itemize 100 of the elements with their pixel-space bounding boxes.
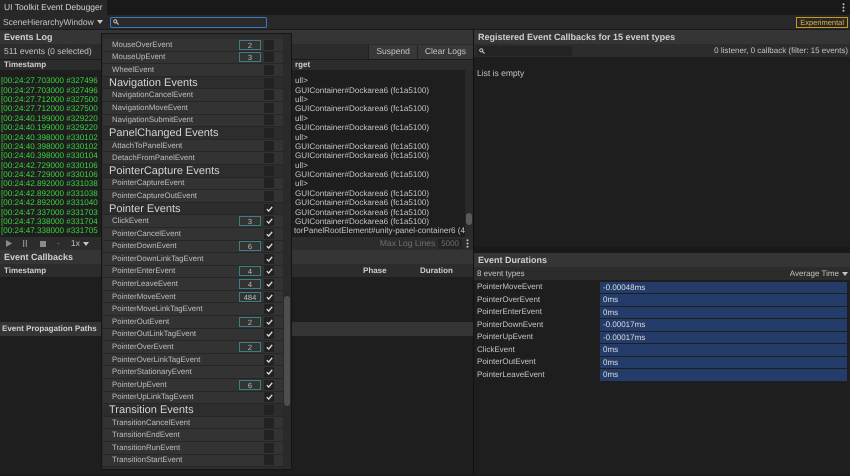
log-target: GUIContainer#Dockarea6 (fc1a5100) xyxy=(295,198,430,208)
group-label: PanelChanged Events xyxy=(108,126,218,139)
checkbox[interactable] xyxy=(264,342,274,352)
log-timestamp: [00:24:42.729000 #330106 xyxy=(0,160,99,170)
checkbox[interactable] xyxy=(264,316,274,327)
log-target: ull> xyxy=(295,132,308,142)
log-timestamp: [00:24:42.892000 #331038 xyxy=(0,179,99,188)
group-label: Transition Events xyxy=(108,404,194,416)
log-timestamp: [00:24:47.337000 #331703 xyxy=(0,208,99,217)
log-target: GUIContainer#Dockarea6 (fc1a5100) xyxy=(295,104,430,114)
log-timestamp: [00:24:40.199000 #329220 xyxy=(0,114,99,123)
event-name: PointerLeaveEvent xyxy=(476,368,546,381)
log-timestamp: [00:24:40.398000 #330102 xyxy=(0,142,99,151)
duration-bar: -0.00048ms xyxy=(600,282,847,293)
step-button[interactable]: - xyxy=(57,237,60,250)
log-target: GUIContainer#Dockarea6 (fc1a5100) xyxy=(295,217,430,226)
log-timestamp: [00:24:40.199000 #329220 xyxy=(0,123,99,132)
log-timestamp: [00:24:40.398000 #330102 xyxy=(0,132,99,142)
column-header: rget xyxy=(295,60,310,70)
log-timestamp: [00:24:40.398000 #330104 xyxy=(0,151,99,160)
panel-selector-dropdown[interactable]: SceneHierarchyWindow xyxy=(0,16,106,28)
log-timestamp: [00:24:47.338000 #331705 xyxy=(0,226,99,236)
log-timestamp: [00:24:27.703000 #327496 xyxy=(0,76,99,86)
event-name: PointerUpEvent xyxy=(476,331,534,344)
duration-bar: -0.00017ms xyxy=(600,319,847,330)
log-timestamp: [00:24:27.712000 #327500 xyxy=(0,104,99,114)
checkbox[interactable] xyxy=(264,304,274,314)
duration-bar: -0.00017ms xyxy=(600,332,847,343)
log-target: ull> xyxy=(295,114,308,123)
column-header: Phase xyxy=(363,265,388,277)
checkbox[interactable] xyxy=(264,354,274,365)
search-icon xyxy=(112,19,119,25)
sort-dropdown[interactable]: Average Time xyxy=(790,268,848,280)
log-timestamp: [00:24:42.892000 #331040 xyxy=(0,198,99,208)
duration-bar: 0ms xyxy=(600,344,847,356)
log-timestamp: [00:24:42.892000 #331038 xyxy=(0,188,99,198)
checkbox[interactable] xyxy=(264,292,274,302)
window-tab[interactable]: UI Toolkit Event Debugger xyxy=(0,0,107,15)
log-target: GUIContainer#Dockarea6 (fc1a5100) xyxy=(295,86,430,95)
log-target: GUIContainer#Dockarea6 (fc1a5100) xyxy=(295,170,430,180)
duration-bar: 0ms xyxy=(600,369,847,380)
more-options-icon[interactable] xyxy=(842,3,845,12)
group-label: Navigation Events xyxy=(108,76,198,89)
group-label: Pointer Events xyxy=(108,202,181,215)
log-target: GUIContainer#Dockarea6 (fc1a5100) xyxy=(295,151,430,160)
search-icon xyxy=(479,48,485,54)
event-name: PointerMoveEvent xyxy=(476,281,544,294)
caret-icon xyxy=(82,242,89,246)
duration-bar: 0ms xyxy=(600,306,847,318)
log-target: GUIContainer#Dockarea6 (fc1a5100) xyxy=(295,142,430,151)
panel-header: Registered Event Callbacks for 15 event types xyxy=(474,30,850,44)
checkbox[interactable] xyxy=(264,228,274,239)
log-target: ull> xyxy=(295,179,308,188)
log-target: GUIContainer#Dockarea6 (fc1a5100) xyxy=(295,123,430,132)
log-target: ull> xyxy=(295,76,308,86)
duration-bar: 0ms xyxy=(600,356,847,368)
checkbox[interactable] xyxy=(264,241,274,252)
checkbox[interactable] xyxy=(264,204,274,214)
panel-header: Event Durations xyxy=(474,253,850,267)
group-label: PointerCapture Events xyxy=(108,164,220,177)
event-types-count: 8 event types xyxy=(476,268,525,280)
speed-dropdown[interactable]: 1x xyxy=(70,237,89,250)
log-target: ull> xyxy=(295,160,308,170)
column-header: Duration xyxy=(420,265,454,277)
checkbox[interactable] xyxy=(264,329,274,340)
log-timestamp: [00:24:47.338000 #331704 xyxy=(0,217,99,226)
empty-list-text: List is empty xyxy=(476,68,524,78)
log-target: GUIContainer#Dockarea6 (fc1a5100) xyxy=(295,188,430,198)
column-header: Timestamp xyxy=(3,265,46,277)
log-timestamp: [00:24:27.712000 #327500 xyxy=(0,94,99,104)
duration-bar: 0ms xyxy=(600,294,847,306)
checkbox[interactable] xyxy=(264,279,274,290)
checkbox[interactable] xyxy=(264,254,274,264)
caret-icon xyxy=(96,20,103,24)
log-target: torPanelRootElement#unity-panel-container6 (4 xyxy=(294,226,465,236)
checkbox[interactable] xyxy=(264,367,274,378)
checkbox[interactable] xyxy=(264,216,274,226)
listener-summary: 0 listener, 0 callback (filter: 15 events) xyxy=(714,44,848,56)
log-timestamp: [00:24:42.729000 #330106 xyxy=(0,170,99,180)
event-count-text: 511 events (0 selected) xyxy=(3,45,92,58)
more-options-icon[interactable] xyxy=(466,239,469,248)
toolbar-button[interactable]: Suspend xyxy=(368,44,417,58)
toolbar-button[interactable]: Clear Logs xyxy=(416,44,473,58)
max-log-lines-label: Max Log Lines xyxy=(380,237,436,250)
checkbox[interactable] xyxy=(264,392,274,402)
log-target: ull> xyxy=(295,94,308,104)
play-icon[interactable] xyxy=(5,240,12,247)
event-name: PointerOutEvent xyxy=(476,356,537,368)
event-name: PointerDownEvent xyxy=(476,318,544,331)
search-field[interactable] xyxy=(477,46,572,56)
event-name: ClickEvent xyxy=(476,344,516,356)
event-name: PointerOverEvent xyxy=(476,294,542,306)
search-field[interactable] xyxy=(110,16,267,28)
stop-icon[interactable] xyxy=(40,240,46,246)
checkbox[interactable] xyxy=(264,266,274,276)
log-target: GUIContainer#Dockarea6 (fc1a5100) xyxy=(295,208,430,217)
caret-icon xyxy=(842,272,848,276)
checkbox[interactable] xyxy=(264,380,274,390)
pause-icon[interactable] xyxy=(23,240,27,247)
event-name: PointerEnterEvent xyxy=(476,306,543,318)
